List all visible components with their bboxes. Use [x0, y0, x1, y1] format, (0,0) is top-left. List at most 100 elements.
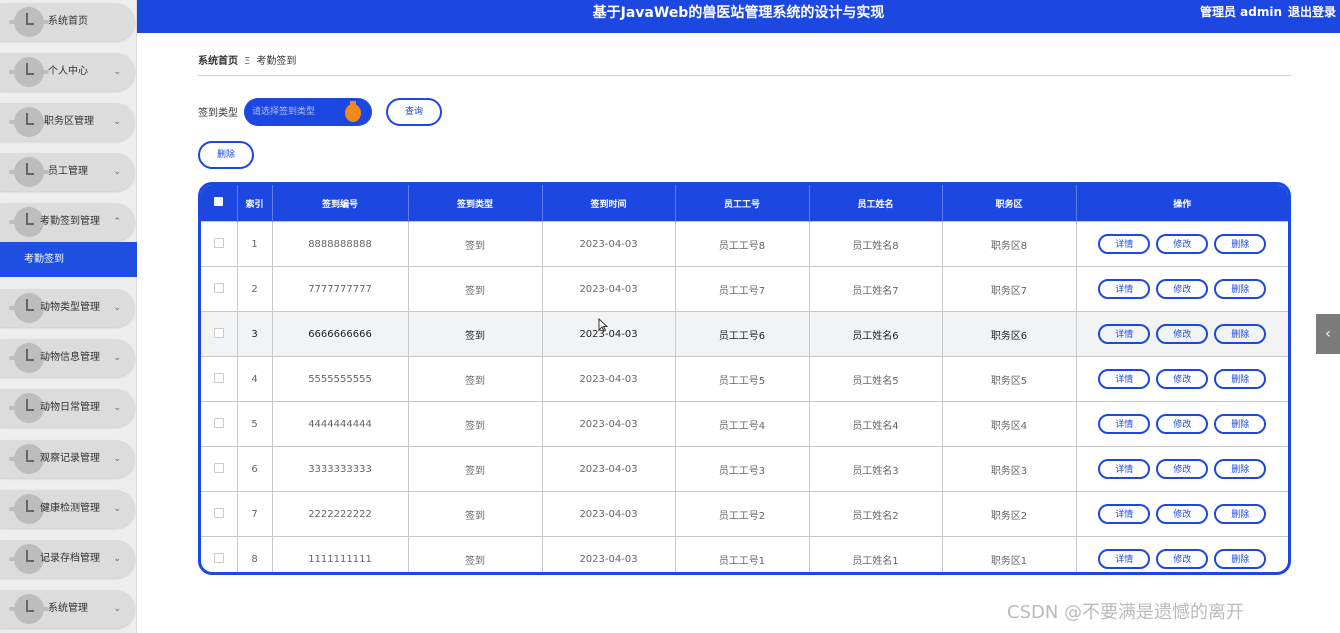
- edit-button[interactable]: 修改: [1156, 279, 1209, 299]
- detail-button[interactable]: 详情: [1098, 279, 1151, 299]
- detail-button[interactable]: 详情: [1098, 459, 1151, 479]
- table-cell-code: 2222222222: [272, 491, 409, 537]
- table-cell-time: 2023-04-03: [542, 446, 676, 492]
- table-cell-code: 1111111111: [272, 536, 409, 572]
- logout-link[interactable]: 退出登录: [1288, 0, 1336, 25]
- chevron-down-icon: ⌄: [113, 403, 121, 413]
- chevron-down-icon: ⌄: [113, 554, 121, 564]
- column-header: 员工工号: [675, 185, 810, 222]
- table-cell-emp-name: 员工姓名5: [809, 356, 943, 402]
- sidebar-item-label: 职务区管理: [44, 116, 94, 127]
- detail-button[interactable]: 详情: [1098, 549, 1151, 569]
- breadcrumb: 系统首页 Ξ 考勤签到: [198, 52, 296, 67]
- detail-button[interactable]: 详情: [1098, 234, 1151, 254]
- sidebar-subitem-attendance[interactable]: 考勤签到: [0, 242, 137, 277]
- batch-delete-button[interactable]: 删除: [198, 141, 254, 169]
- edit-button[interactable]: 修改: [1156, 504, 1209, 524]
- row-checkbox[interactable]: [213, 372, 224, 383]
- delete-button[interactable]: 删除: [1214, 324, 1267, 344]
- table-cell-time: 2023-04-03: [542, 491, 676, 537]
- table-cell-time: 2023-04-03: [542, 221, 676, 267]
- sidebar-item-home[interactable]: 系统首页: [0, 3, 135, 41]
- row-select-cell: [201, 446, 238, 492]
- delete-button[interactable]: 删除: [1214, 549, 1267, 569]
- chevron-up-icon: ⌃: [113, 217, 121, 227]
- edit-button[interactable]: 修改: [1156, 234, 1209, 254]
- sidebar-item-label: 观察记录管理: [40, 453, 100, 464]
- sidebar-item-system-management[interactable]: 系统管理 ⌄: [0, 590, 135, 628]
- chevron-down-icon: ⌄: [113, 117, 121, 127]
- table-cell-emp-no: 员工工号6: [675, 311, 810, 357]
- edit-button[interactable]: 修改: [1156, 324, 1209, 344]
- table-cell-emp-no: 员工工号1: [675, 536, 810, 572]
- sidebar-item-attendance-management[interactable]: 考勤签到管理 ⌃: [0, 203, 135, 241]
- column-header: 签到时间: [542, 185, 676, 222]
- detail-button[interactable]: 详情: [1098, 414, 1151, 434]
- detail-button[interactable]: 详情: [1098, 324, 1151, 344]
- table-row: 6 3333333333 签到 2023-04-03 员工工号3 员工姓名3 职务区3 详情修…: [201, 446, 1288, 492]
- sidebar-item-animal-type-management[interactable]: 动物类型管理 ⌄: [0, 289, 135, 327]
- sidebar-item-animal-info-management[interactable]: 动物信息管理 ⌄: [0, 339, 135, 377]
- delete-button[interactable]: 删除: [1214, 369, 1267, 389]
- delete-button[interactable]: 删除: [1214, 414, 1267, 434]
- table-row: 2 7777777777 签到 2023-04-03 员工工号7 员工姓名7 职务区7 详情修…: [201, 266, 1288, 312]
- chevron-left-icon[interactable]: ‹: [1316, 314, 1340, 354]
- sidebar-item-zone-management[interactable]: 职务区管理 ⌄: [0, 103, 135, 141]
- clock-icon: [9, 7, 49, 37]
- sidebar-item-health-check-management[interactable]: 健康检测管理 ⌄: [0, 490, 135, 528]
- edit-button[interactable]: 修改: [1156, 549, 1209, 569]
- row-checkbox[interactable]: [213, 237, 224, 248]
- select-all-header[interactable]: [201, 185, 238, 222]
- table-cell-type: 签到: [408, 356, 543, 402]
- select-all-checkbox[interactable]: [214, 197, 224, 206]
- table-cell-zone: 职务区6: [942, 311, 1077, 357]
- table-cell-index: 6: [237, 446, 273, 492]
- edit-button[interactable]: 修改: [1156, 369, 1209, 389]
- chevron-down-icon: ⌄: [113, 67, 121, 77]
- sidebar-item-observation-management[interactable]: 观察记录管理 ⌄: [0, 440, 135, 478]
- table-cell-index: 4: [237, 356, 273, 402]
- delete-button[interactable]: 删除: [1214, 504, 1267, 524]
- row-checkbox[interactable]: [213, 417, 224, 428]
- sidebar-item-animal-daily-management[interactable]: 动物日常管理 ⌄: [0, 389, 135, 427]
- mouse-cursor-icon: [598, 318, 608, 332]
- edit-button[interactable]: 修改: [1156, 459, 1209, 479]
- sidebar-item-record-archive-management[interactable]: 记录存档管理 ⌄: [0, 540, 135, 578]
- attendance-table: 索引 签到编号 签到类型 签到时间 员工工号 员工姓名 职务区 操作 1 8888…: [198, 182, 1291, 575]
- row-select-cell: [201, 536, 238, 572]
- clock-icon: [9, 157, 49, 187]
- row-actions: 详情 修改 删除: [1076, 401, 1288, 447]
- row-select-cell: [201, 401, 238, 447]
- column-header: 员工姓名: [809, 185, 943, 222]
- app-title: 基于JavaWeb的兽医站管理系统的设计与实现: [592, 5, 885, 21]
- sidebar-item-employee-management[interactable]: 员工管理 ⌄: [0, 153, 135, 191]
- delete-button[interactable]: 删除: [1214, 234, 1267, 254]
- row-checkbox[interactable]: [213, 507, 224, 518]
- row-checkbox[interactable]: [213, 282, 224, 293]
- detail-button[interactable]: 详情: [1098, 504, 1151, 524]
- table-cell-emp-name: 员工姓名6: [809, 311, 943, 357]
- delete-button[interactable]: 删除: [1214, 459, 1267, 479]
- table-cell-emp-no: 员工工号7: [675, 266, 810, 312]
- row-checkbox[interactable]: [213, 552, 224, 563]
- table-cell-time: 2023-04-03: [542, 266, 676, 312]
- detail-button[interactable]: 详情: [1098, 369, 1151, 389]
- sidebar-item-personal-center[interactable]: 个人中心 ⌄: [0, 53, 135, 91]
- query-button[interactable]: 查询: [386, 98, 442, 126]
- chevron-down-icon: ⌄: [113, 604, 121, 614]
- sidebar-item-label: 系统管理: [48, 603, 88, 614]
- checkin-type-select[interactable]: 请选择签到类型: [244, 98, 372, 126]
- sidebar: 系统首页 个人中心 ⌄ 职务区管理 ⌄ 员工管理 ⌄ 考勤签到管理 ⌃ 考勤签到…: [0, 0, 137, 633]
- table-cell-index: 2: [237, 266, 273, 312]
- row-checkbox[interactable]: [213, 327, 224, 338]
- row-actions: 详情 修改 删除: [1076, 266, 1288, 312]
- row-checkbox[interactable]: [213, 462, 224, 473]
- table-cell-code: 6666666666: [272, 311, 409, 357]
- breadcrumb-separator-icon: Ξ: [244, 56, 251, 67]
- table-cell-code: 4444444444: [272, 401, 409, 447]
- delete-button[interactable]: 删除: [1214, 279, 1267, 299]
- select-placeholder: 请选择签到类型: [252, 107, 316, 117]
- table-cell-time: 2023-04-03: [542, 401, 676, 447]
- breadcrumb-home[interactable]: 系统首页: [198, 56, 238, 67]
- edit-button[interactable]: 修改: [1156, 414, 1209, 434]
